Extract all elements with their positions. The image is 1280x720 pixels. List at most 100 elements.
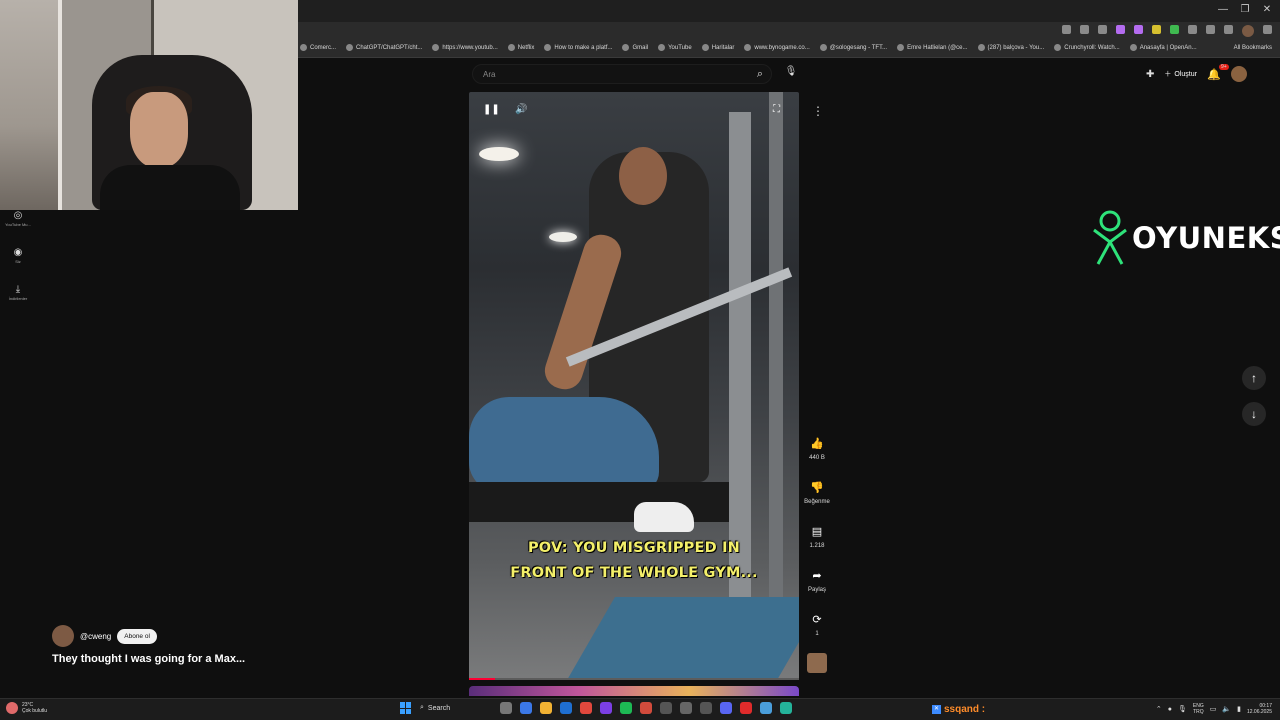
app-icon[interactable] <box>780 702 792 714</box>
comments-button[interactable]: ▤ 1.218 <box>804 525 830 549</box>
subscribe-button[interactable]: Abone ol <box>117 628 157 644</box>
fullscreen-icon[interactable]: ⛶ <box>773 104 780 115</box>
guide-item-downloads[interactable]: ⤓ İndirilenler <box>0 284 36 301</box>
microphone-icon[interactable]: 🎙 <box>1178 705 1187 713</box>
video-caption: POV: YOU MISGRIPPED IN FRONT OF THE WHOL… <box>510 540 758 581</box>
clock[interactable]: 00:17 12.06.2025 <box>1247 703 1272 715</box>
remix-button[interactable]: ⟳ 1 <box>804 613 830 637</box>
app-icon[interactable] <box>640 702 652 714</box>
account-avatar[interactable] <box>1230 66 1247 82</box>
channel-handle[interactable]: @cweng <box>80 632 111 641</box>
chevron-up-icon[interactable]: ⌃ <box>1156 705 1162 713</box>
next-short-button[interactable]: ↓ <box>1242 402 1266 426</box>
bookmark-favicon-icon <box>1129 44 1137 51</box>
start-button[interactable] <box>400 702 412 714</box>
network-icon[interactable]: ▭ <box>1210 705 1217 713</box>
thumbs-down-icon: 👎 <box>810 482 824 494</box>
bookmark-item[interactable]: Gmail <box>622 44 648 51</box>
bookmark-item[interactable]: (287) balçova - You... <box>977 44 1044 51</box>
chrome-icon[interactable] <box>580 702 592 714</box>
video-progress-bar[interactable] <box>469 678 799 680</box>
bookmark-item[interactable]: How to make a platf... <box>544 44 612 51</box>
bookmark-item[interactable]: Anasayfa | OpenAn... <box>1129 44 1197 51</box>
maximize-icon[interactable]: ❐ <box>1236 4 1254 15</box>
battery-icon[interactable]: ▮ <box>1237 705 1241 713</box>
app-icon[interactable] <box>760 702 772 714</box>
task-view-icon[interactable] <box>500 702 512 714</box>
bookmark-item[interactable]: https://www.youtub... <box>432 44 498 51</box>
search-icon: ⌕ <box>420 704 424 711</box>
next-short-preview[interactable] <box>469 686 799 696</box>
sound-thumbnail[interactable] <box>804 653 830 673</box>
video-camera-icon[interactable]: ✚ <box>1146 69 1154 80</box>
bookmark-item[interactable]: www.bynogame.co... <box>744 44 810 51</box>
youtube-music-icon: ◎ <box>13 210 23 221</box>
bookmark-item[interactable]: Comerc... <box>300 44 336 51</box>
all-bookmarks[interactable]: All Bookmarks <box>1234 45 1272 51</box>
pause-icon[interactable]: ❚❚ <box>483 104 500 115</box>
dislike-button[interactable]: 👎 Beğenme <box>804 481 830 505</box>
discord-icon[interactable] <box>720 702 732 714</box>
thumbs-up-icon: 👍 <box>810 438 824 450</box>
file-explorer-icon[interactable] <box>540 702 552 714</box>
bookmark-favicon-icon <box>300 44 307 51</box>
bookmark-item[interactable]: Netflix <box>507 44 534 51</box>
download-icon: ⤓ <box>15 284 21 295</box>
puzzle-icon[interactable] <box>1206 25 1215 34</box>
guide-item-youtube-music[interactable]: ◎ YouTube Mu... <box>0 210 36 227</box>
notifications-icon[interactable]: 🔔 9+ <box>1207 63 1229 81</box>
app-icon[interactable] <box>600 702 612 714</box>
bookmark-item[interactable]: YouTube <box>658 44 692 51</box>
profile-avatar[interactable] <box>1242 25 1254 37</box>
cast-icon[interactable] <box>1062 25 1071 34</box>
star-icon[interactable] <box>1080 25 1089 34</box>
bookmark-item[interactable]: Emre Hatlielan (@ce... <box>897 44 968 51</box>
guide-item-you[interactable]: ◉ Siz <box>0 247 36 264</box>
like-button[interactable]: 👍 440 B <box>804 437 830 461</box>
bookmark-favicon-icon <box>346 44 354 51</box>
app-icon[interactable] <box>740 702 752 714</box>
bookmark-item[interactable]: ChatGPT/ChatGPT/cht... <box>346 44 422 51</box>
more-options-icon[interactable]: ⋮ <box>812 104 824 118</box>
extension-icon[interactable] <box>1152 25 1161 34</box>
menu-icon[interactable] <box>1263 25 1272 34</box>
edge-icon[interactable] <box>520 702 532 714</box>
channel-info: @cweng Abone ol <box>52 625 157 647</box>
extension-icon[interactable] <box>1134 25 1143 34</box>
bookmark-favicon-icon <box>819 44 827 51</box>
previous-short-button[interactable]: ↑ <box>1242 366 1266 390</box>
sidebar-icon[interactable] <box>1224 25 1233 34</box>
channel-avatar[interactable] <box>52 625 74 647</box>
taskbar-search[interactable]: ⌕ Search <box>420 704 492 712</box>
extension-icon[interactable] <box>1170 25 1179 34</box>
download-icon[interactable] <box>1188 25 1197 34</box>
search-input[interactable]: Ara ⌕ <box>472 64 772 84</box>
bookmark-item[interactable]: Haritalar <box>701 44 734 51</box>
minimize-icon[interactable]: — <box>1214 4 1232 15</box>
extension-icon[interactable] <box>1098 25 1107 34</box>
weather-widget[interactable]: 23°C Çok bulutlu <box>6 702 47 714</box>
bookmark-item[interactable]: @sologesang - TFT... <box>819 44 887 51</box>
close-icon[interactable]: ✕ <box>1258 4 1276 15</box>
volume-icon[interactable]: 🔈 <box>1222 705 1231 713</box>
app-icon[interactable] <box>700 702 712 714</box>
bookmark-favicon-icon <box>977 44 985 51</box>
bookmark-item[interactable]: Crunchyroll: Watch... <box>1054 44 1120 51</box>
weather-icon <box>6 702 18 714</box>
notification-badge: 9+ <box>1218 63 1229 70</box>
search-icon[interactable]: ⌕ <box>757 68 763 81</box>
shorts-video-player[interactable]: ❚❚ 🔊 ⛶ POV: YOU MISGRIPPED IN FRONT OF T… <box>469 92 799 680</box>
tray-app-icon[interactable]: ● <box>1168 706 1172 713</box>
app-icon[interactable] <box>660 702 672 714</box>
volume-icon[interactable]: 🔊 <box>515 104 527 115</box>
microphone-icon[interactable]: 🎙 <box>784 66 798 80</box>
steam-icon[interactable] <box>680 702 692 714</box>
bookmark-favicon-icon <box>622 44 630 51</box>
video-title[interactable]: They thought I was going for a Max... <box>52 653 245 665</box>
spotify-icon[interactable] <box>620 702 632 714</box>
share-button[interactable]: ➦ Paylaş <box>804 569 830 593</box>
language-indicator[interactable]: ENG TRQ <box>1193 703 1204 715</box>
extension-icon[interactable] <box>1116 25 1125 34</box>
create-button[interactable]: ＋ Oluştur <box>1164 69 1197 79</box>
outlook-icon[interactable] <box>560 702 572 714</box>
